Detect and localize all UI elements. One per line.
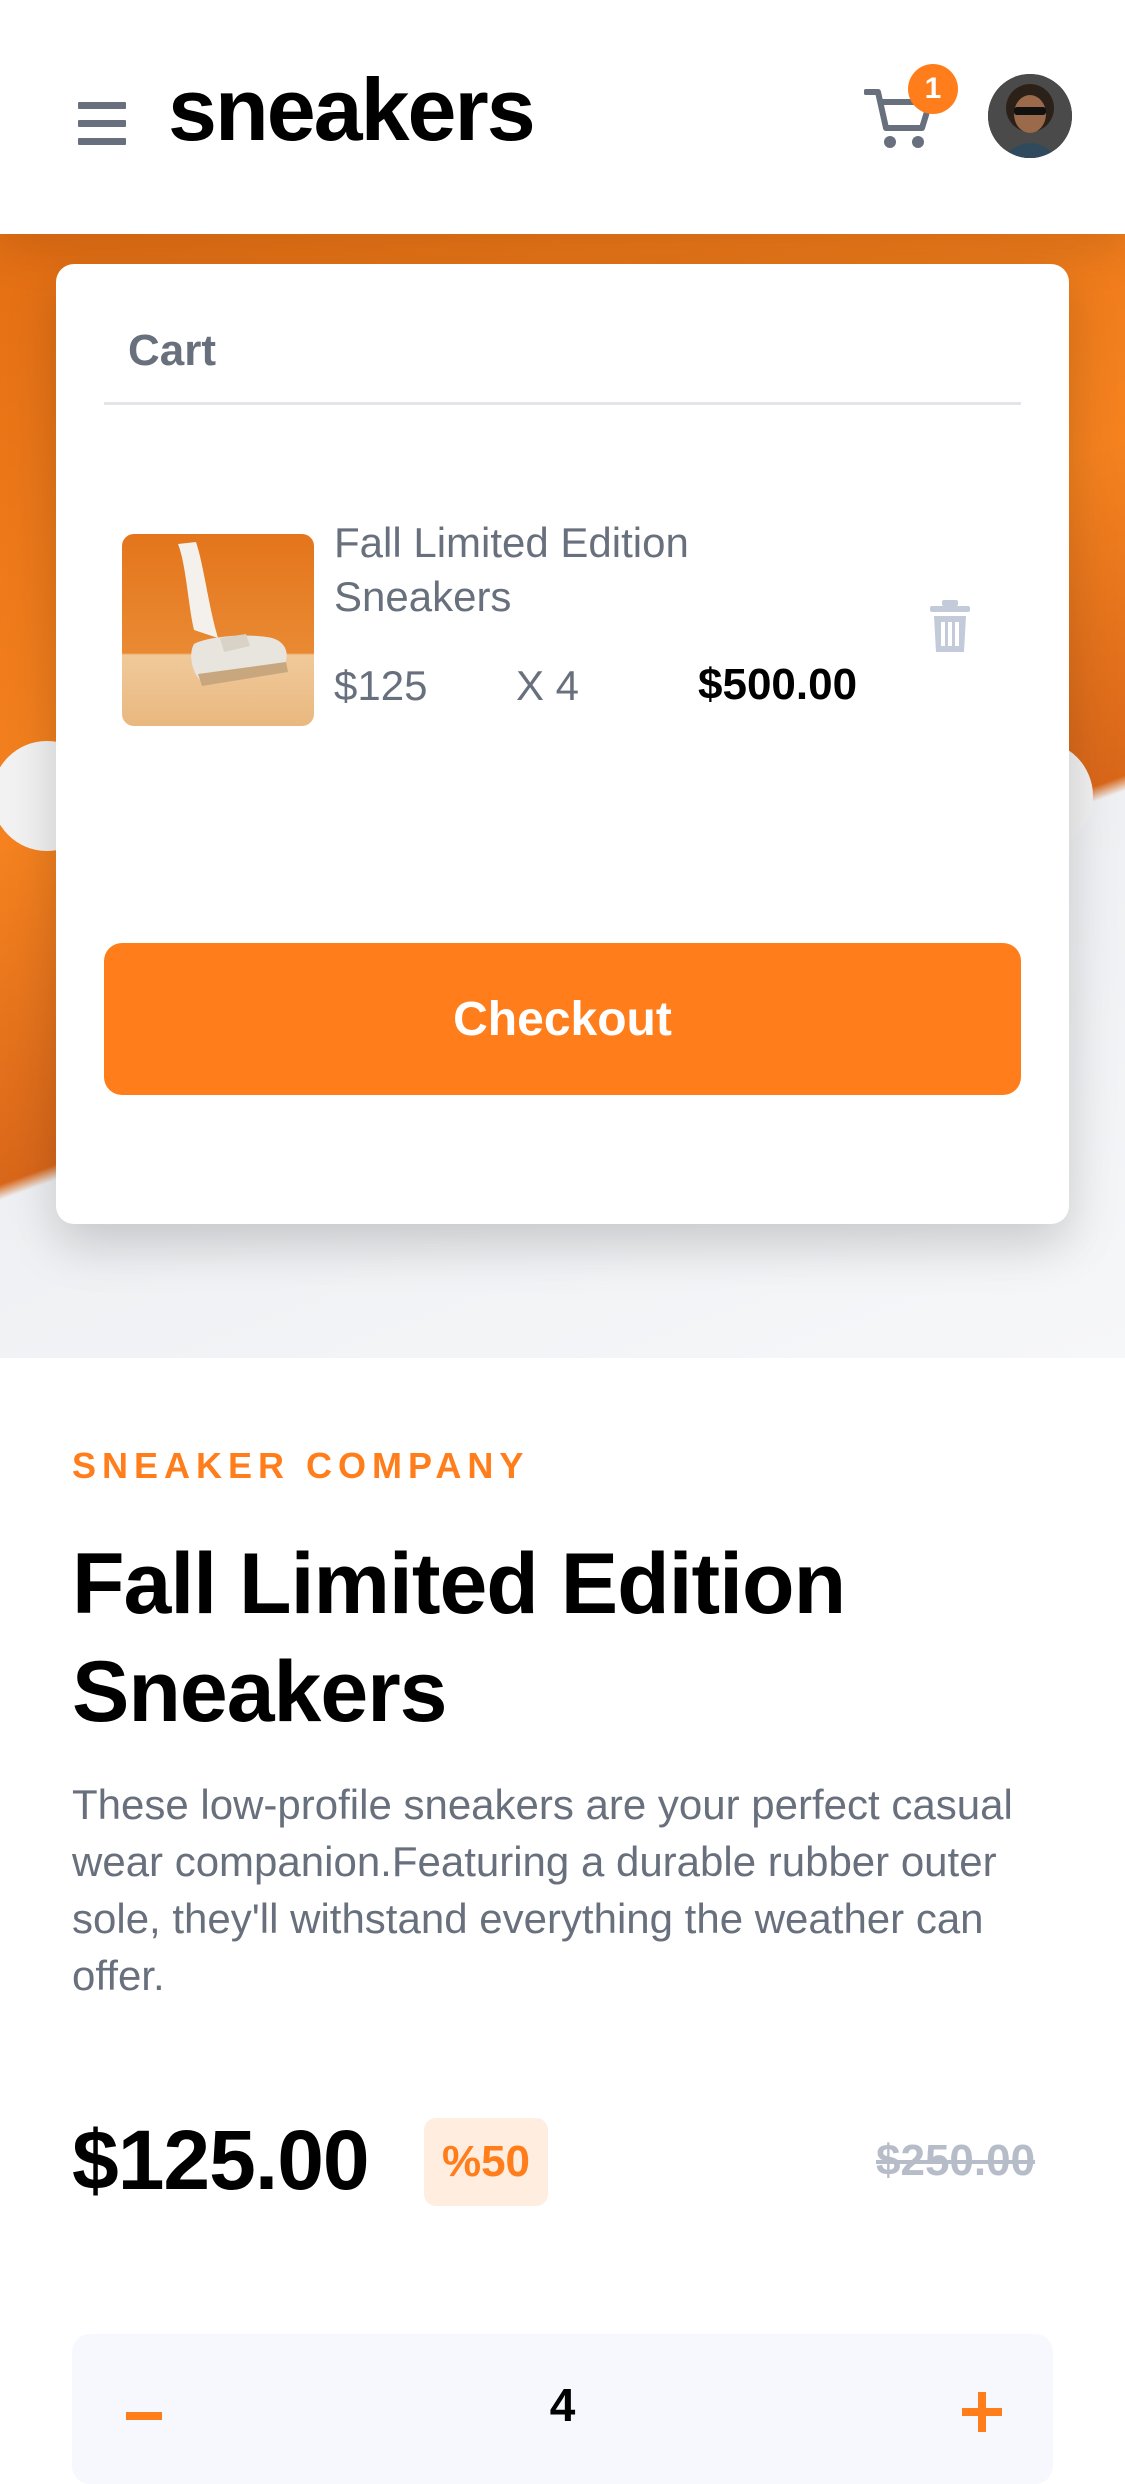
original-price: $250.00 [876, 2136, 1036, 2185]
cart-divider [104, 402, 1021, 405]
avatar[interactable] [988, 74, 1072, 158]
product-description: These low-profile sneakers are your perf… [72, 1781, 1013, 1999]
quantity-stepper: 4 [72, 2334, 1053, 2484]
cart-item-thumbnail [122, 534, 314, 726]
current-price: $125.00 [72, 2113, 370, 2207]
cart-popup: Cart Fall Limited Edition Sneakers $125 … [56, 264, 1069, 1224]
cart-item-name: Fall Limited Edition Sneakers [334, 519, 689, 620]
brand-logo[interactable]: sneakers [168, 66, 536, 154]
cart-count-badge: 1 [908, 64, 958, 114]
cart-item-quantity: X 4 [516, 662, 580, 709]
cart-item-total: $500.00 [698, 660, 858, 709]
cart-title: Cart [128, 326, 217, 375]
menu-icon[interactable] [78, 102, 126, 146]
company-name: SNEAKER COMPANY [72, 1445, 530, 1486]
product-title: Fall Limited Edition Sneakers [72, 1536, 846, 1740]
checkout-button[interactable]: Checkout [104, 943, 1021, 1095]
quantity-value: 4 [549, 2379, 576, 2431]
plus-icon[interactable] [962, 2392, 1002, 2432]
trash-icon[interactable] [930, 600, 970, 652]
discount-badge: %50 [424, 2118, 548, 2206]
cart-item-unit-price: $125 [334, 662, 428, 709]
top-bar: sneakers 1 [0, 0, 1125, 234]
